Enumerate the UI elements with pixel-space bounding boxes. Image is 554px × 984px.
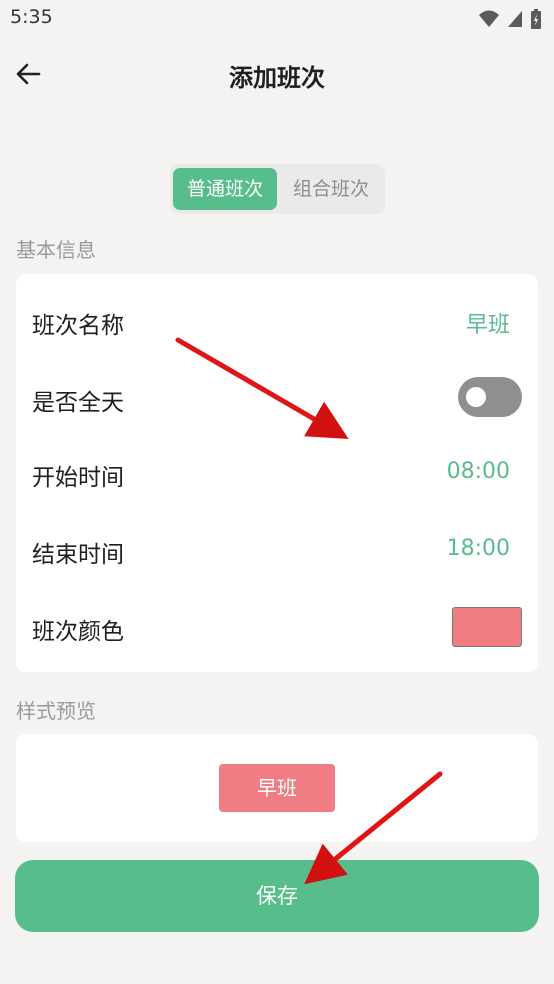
status-time: 5:35: [10, 6, 53, 28]
start-time-value: 08:00: [446, 459, 510, 484]
all-day-toggle[interactable]: [458, 377, 522, 417]
basic-info-section-label: 基本信息: [16, 238, 96, 262]
shift-name-label: 班次名称: [32, 313, 124, 339]
signal-icon: [506, 9, 524, 33]
end-time-value: 18:00: [446, 536, 510, 561]
all-day-row: 是否全天: [16, 358, 538, 436]
tab-normal-shift[interactable]: 普通班次: [173, 168, 277, 210]
shift-type-tabs: 普通班次 组合班次: [170, 164, 385, 214]
preview-card: 早班: [16, 734, 538, 842]
tab-combined-shift[interactable]: 组合班次: [280, 168, 382, 210]
status-icons: [478, 8, 542, 34]
shift-color-row: 班次颜色: [16, 590, 538, 666]
status-bar: 5:35: [0, 0, 554, 40]
end-time-label: 结束时间: [32, 542, 124, 568]
shift-color-swatch[interactable]: [452, 607, 522, 647]
start-time-label: 开始时间: [32, 465, 124, 491]
shift-name-row[interactable]: 班次名称 早班: [16, 282, 538, 358]
preview-section-label: 样式预览: [16, 699, 96, 723]
app-bar: 添加班次: [0, 40, 554, 110]
toggle-knob: [466, 387, 486, 407]
basic-info-card: 班次名称 早班 是否全天 开始时间 08:00 结束时间 18:00 班次颜色: [16, 274, 538, 672]
wifi-icon: [478, 9, 500, 33]
start-time-row[interactable]: 开始时间 08:00: [16, 436, 538, 512]
end-time-row[interactable]: 结束时间 18:00: [16, 512, 538, 590]
shift-name-value: 早班: [465, 313, 510, 338]
shift-color-label: 班次颜色: [32, 619, 124, 645]
save-button[interactable]: 保存: [15, 860, 539, 932]
preview-shift-chip: 早班: [219, 764, 335, 812]
page-title: 添加班次: [229, 64, 325, 92]
battery-icon: [530, 8, 542, 34]
all-day-label: 是否全天: [32, 390, 124, 416]
